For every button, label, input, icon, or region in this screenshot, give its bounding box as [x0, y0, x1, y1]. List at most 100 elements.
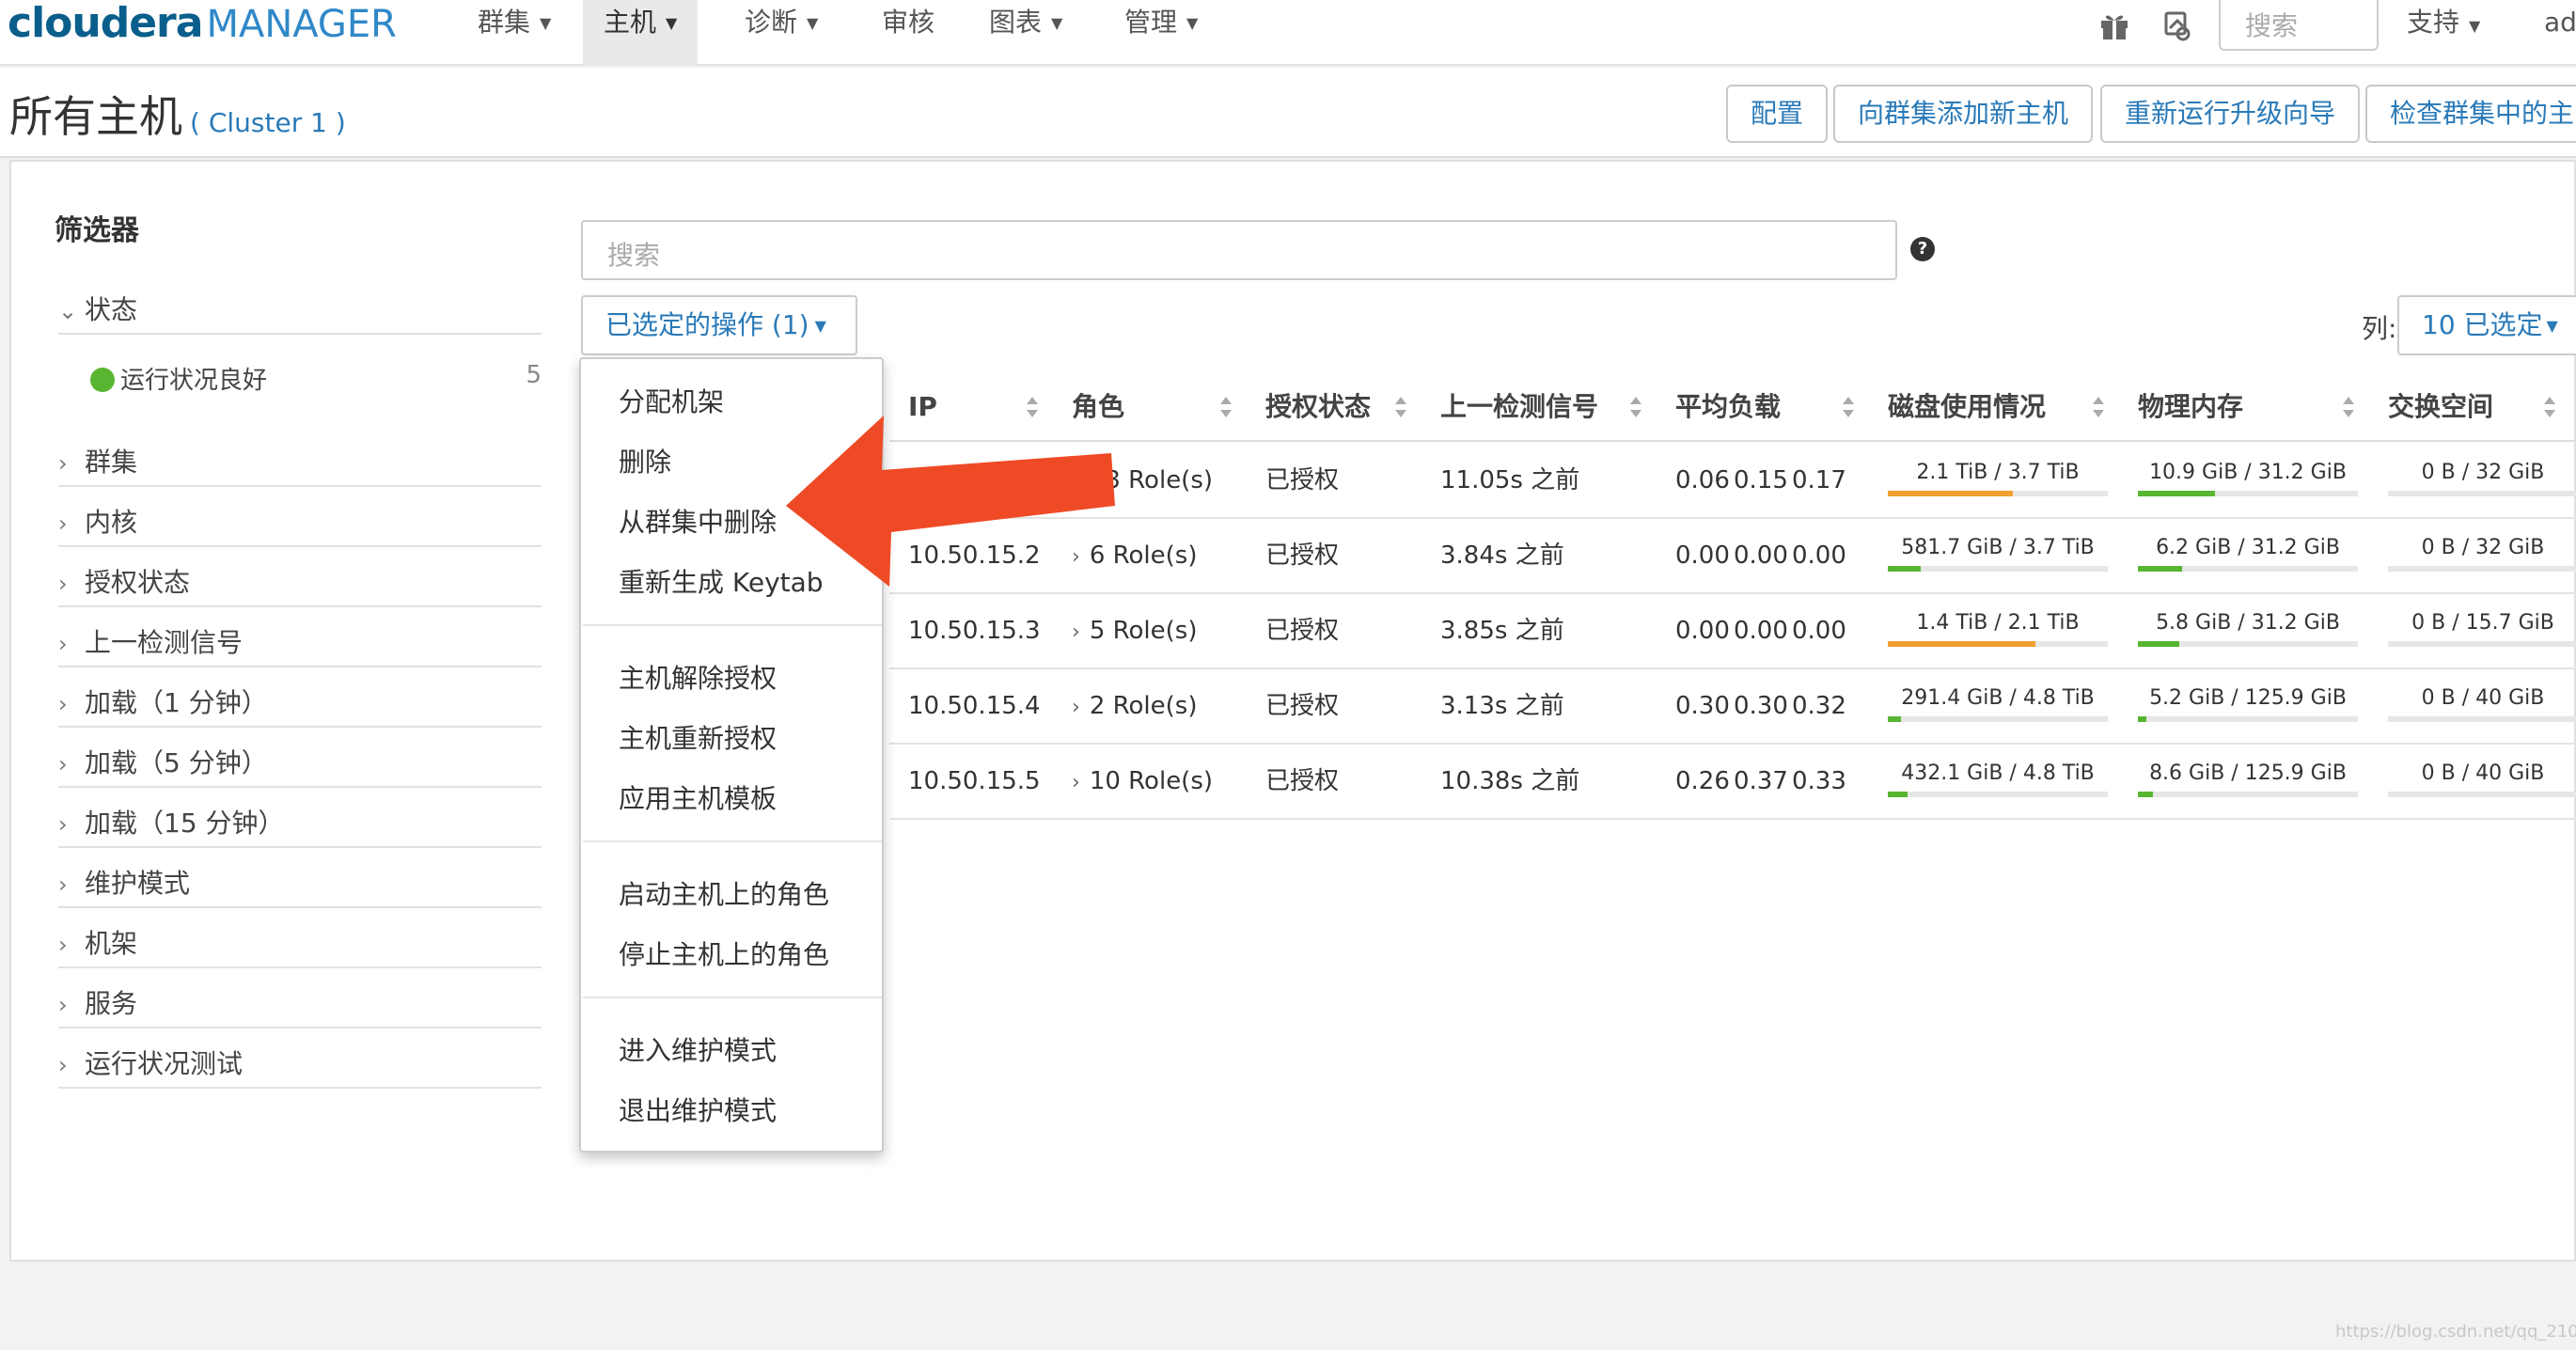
- filter-item[interactable]: › 维护模式: [58, 863, 542, 908]
- selected-actions-button[interactable]: 已选定的操作 (1) ▼: [581, 295, 857, 355]
- cell-roles[interactable]: › 5 Role(s): [1072, 594, 1197, 667]
- filter-item[interactable]: › 加载（5 分钟）: [58, 743, 542, 788]
- column-header-swap-space[interactable]: 交换空间: [2388, 374, 2493, 440]
- cell-roles[interactable]: › 2 Role(s): [1072, 669, 1197, 743]
- nav-support[interactable]: 支持 ▼: [2407, 0, 2480, 47]
- nav-charts[interactable]: 图表 ▼: [968, 0, 1083, 66]
- column-header-ip[interactable]: IP: [908, 374, 937, 440]
- cluster-link[interactable]: ( Cluster 1 ): [190, 107, 346, 138]
- nav-audits[interactable]: 审核: [861, 0, 955, 66]
- menu-item[interactable]: 启动主机上的角色: [619, 874, 829, 912]
- chevron-right-icon: ›: [58, 691, 68, 717]
- filter-item[interactable]: › 上一检测信号: [58, 622, 542, 667]
- menu-item[interactable]: 主机重新授权: [619, 718, 777, 756]
- column-header-load-average[interactable]: 平均负载: [1675, 374, 1781, 440]
- cell-load-value: 0.30: [1734, 692, 1788, 720]
- help-icon[interactable]: ?: [1910, 237, 1935, 261]
- filter-item[interactable]: › 服务: [58, 983, 542, 1028]
- nav-clusters[interactable]: 群集 ▼: [457, 0, 572, 66]
- nav-administration[interactable]: 管理 ▼: [1104, 0, 1218, 66]
- table-row[interactable]: › 13 Role(s) 已授权 11.05s 之前 0.06 0.15 0.17 2.1 T…: [889, 444, 2576, 519]
- sort-icon[interactable]: [1395, 397, 1406, 417]
- nav-diagnostics[interactable]: 诊断 ▼: [724, 0, 839, 66]
- gift-icon[interactable]: [2098, 9, 2130, 41]
- sort-icon[interactable]: [1220, 397, 1232, 417]
- host-search-input[interactable]: 搜索: [581, 220, 1897, 280]
- chevron-right-icon: ›: [1072, 620, 1080, 644]
- swap-space-meter-bar: [2388, 792, 2576, 797]
- disk-usage-meter-fill: [1888, 641, 2035, 647]
- page-title: 所有主机 ( Cluster 1 ): [9, 83, 346, 145]
- table-row[interactable]: 10.50.15.4 › 2 Role(s) 已授权 3.13s 之前 0.30 0.30 0…: [889, 669, 2576, 745]
- menu-item[interactable]: 退出维护模式: [619, 1091, 777, 1128]
- disk-usage-meter-fill: [1888, 716, 1902, 722]
- sort-icon[interactable]: [2093, 397, 2104, 417]
- sort-icon[interactable]: [1843, 397, 1854, 417]
- chevron-right-icon: ›: [58, 932, 68, 958]
- column-header-roles[interactable]: 角色: [1072, 374, 1124, 440]
- swap-space-meter-bar: [2388, 491, 2576, 496]
- filter-item[interactable]: › 运行状况测试: [58, 1044, 542, 1089]
- physical-memory-meter: 6.2 GiB / 31.2 GiB: [2138, 534, 2358, 577]
- selected-actions-menu: 分配机架删除从群集中删除重新生成 Keytab 主机解除授权 主机重新授权 应用主机模…: [579, 357, 884, 1153]
- filter-status[interactable]: ⌄ 状态: [58, 290, 542, 335]
- disk-usage-meter-text: 291.4 GiB / 4.8 TiB: [1901, 686, 2095, 710]
- nav-user[interactable]: adi: [2544, 0, 2576, 45]
- filter-item[interactable]: › 群集: [58, 442, 542, 487]
- cell-roles[interactable]: › 10 Role(s): [1072, 745, 1213, 818]
- filter-item[interactable]: › 机架: [58, 923, 542, 968]
- cell-load-value: 0.00: [1675, 542, 1730, 570]
- physical-memory-meter-fill: [2138, 716, 2147, 722]
- menu-item[interactable]: 从群集中删除: [619, 502, 777, 540]
- nav-hosts[interactable]: 主机 ▼: [583, 0, 699, 66]
- filter-status-good-health[interactable]: 运行状况良好 5: [90, 361, 542, 396]
- columns-select-button[interactable]: 10 已选定 ▼: [2397, 295, 2576, 355]
- roles-label: 13 Role(s): [1089, 466, 1214, 494]
- table-row[interactable]: 10.50.15.2 › 6 Role(s) 已授权 3.84s 之前 0.00 0.00 0…: [889, 519, 2576, 594]
- cloudera-manager-logo[interactable]: cloudera MANAGER: [8, 0, 397, 47]
- sort-icon[interactable]: [1027, 397, 1038, 417]
- cell-load-value: 0.00: [1792, 542, 1846, 570]
- column-header-physical-memory[interactable]: 物理内存: [2138, 374, 2243, 440]
- column-header-commission-state[interactable]: 授权状态: [1265, 374, 1371, 440]
- table-row[interactable]: 10.50.15.3 › 5 Role(s) 已授权 3.85s 之前 0.00 0.00 0…: [889, 594, 2576, 669]
- main-panel: 筛选器 ⌄ 状态 运行状况良好 5 › 群集 › 内核 › 授权状态 › 上一检测信号 › 加载（1 …: [9, 160, 2576, 1262]
- disk-usage-meter-text: 581.7 GiB / 3.7 TiB: [1901, 536, 2095, 559]
- menu-item[interactable]: 应用主机模板: [619, 778, 777, 816]
- top-navbar: cloudera MANAGER 群集 ▼ 主机 ▼ 诊断 ▼ 审核 图表 ▼ 管理 ▼ 搜…: [0, 0, 2576, 66]
- cell-commission-state: 已授权: [1265, 767, 1340, 795]
- physical-memory-meter: 5.8 GiB / 31.2 GiB: [2138, 609, 2358, 652]
- filter-item[interactable]: › 授权状态: [58, 562, 542, 607]
- inspect-cluster-hosts-button[interactable]: 检查群集中的主: [2365, 85, 2576, 143]
- menu-item[interactable]: 分配机架: [619, 382, 724, 419]
- table-row[interactable]: 10.50.15.5 › 10 Role(s) 已授权 10.38s 之前 0.26 0.3…: [889, 745, 2576, 820]
- disk-usage-meter-bar: [1888, 716, 2108, 722]
- filter-item[interactable]: › 加载（1 分钟）: [58, 683, 542, 728]
- filter-item[interactable]: › 内核: [58, 502, 542, 547]
- menu-item[interactable]: 主机解除授权: [619, 658, 777, 696]
- filter-item[interactable]: › 加载（15 分钟）: [58, 803, 542, 848]
- menu-item[interactable]: 重新生成 Keytab: [619, 562, 824, 600]
- chevron-right-icon: ›: [58, 450, 68, 477]
- filter-count: 5: [526, 361, 542, 389]
- cell-roles[interactable]: › 6 Role(s): [1072, 519, 1197, 592]
- cell-roles[interactable]: › 13 Role(s): [1072, 444, 1213, 517]
- disk-usage-meter-fill: [1888, 792, 1908, 797]
- menu-item[interactable]: 停止主机上的角色: [619, 934, 829, 972]
- columns-select-value: 10 已选定: [2422, 309, 2543, 340]
- configuration-button[interactable]: 配置: [1726, 85, 1829, 143]
- menu-item[interactable]: 进入维护模式: [619, 1030, 777, 1068]
- cell-load-value: 0.26: [1675, 767, 1730, 795]
- parcel-icon[interactable]: [2160, 9, 2192, 41]
- physical-memory-meter-fill: [2138, 566, 2182, 572]
- column-header-disk-usage[interactable]: 磁盘使用情况: [1888, 374, 2046, 440]
- sort-icon[interactable]: [2343, 397, 2354, 417]
- disk-usage-meter: 2.1 TiB / 3.7 TiB: [1888, 459, 2108, 502]
- sort-icon[interactable]: [2544, 397, 2555, 417]
- menu-item[interactable]: 删除: [619, 442, 671, 479]
- nav-search-input[interactable]: 搜索: [2219, 0, 2379, 51]
- sort-icon[interactable]: [1630, 397, 1641, 417]
- column-header-last-heartbeat[interactable]: 上一检测信号: [1440, 374, 1598, 440]
- add-hosts-button[interactable]: 向群集添加新主机: [1833, 85, 2094, 143]
- rerun-upgrade-wizard-button[interactable]: 重新运行升级向导: [2100, 85, 2361, 143]
